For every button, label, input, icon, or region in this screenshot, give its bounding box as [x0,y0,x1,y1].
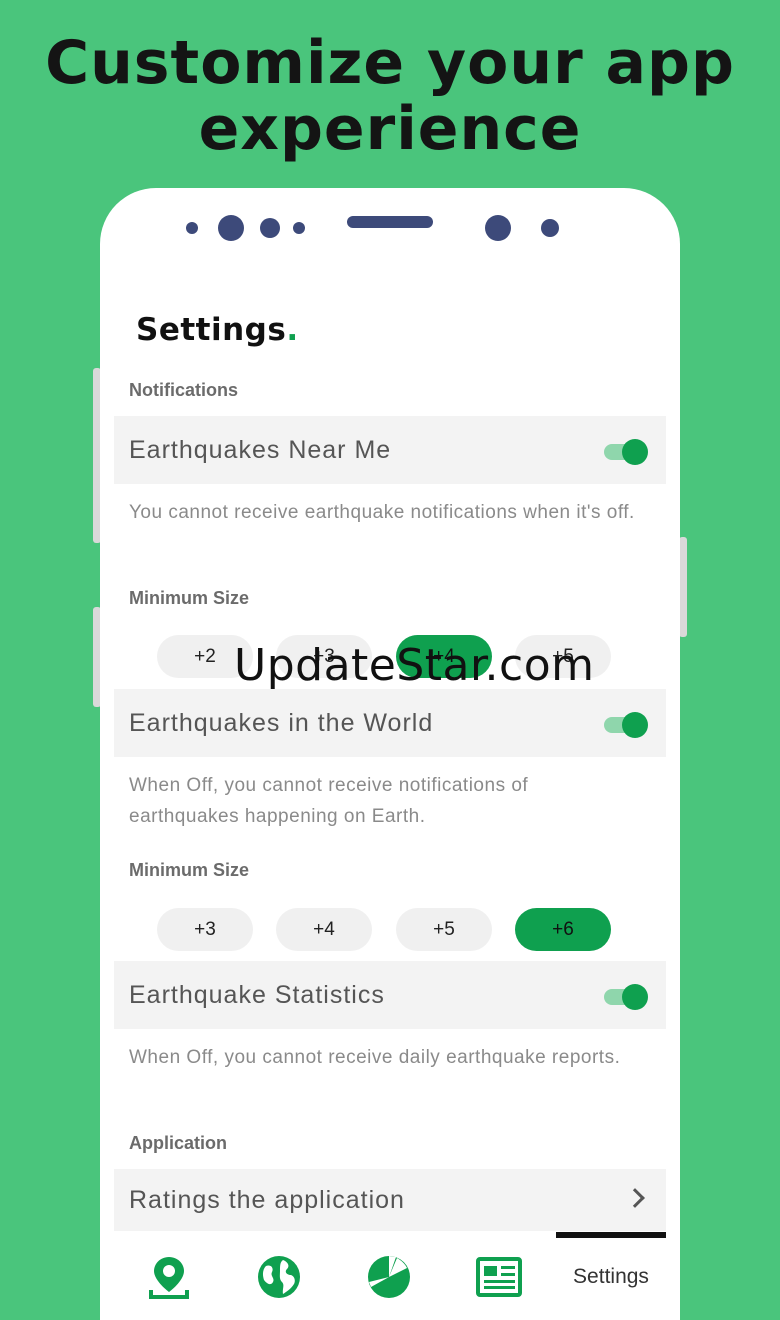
world-size-option[interactable]: +3 [157,908,253,951]
newspaper-icon [476,1257,522,1297]
pie-chart-icon [368,1256,410,1298]
world-description: When Off, you cannot receive notificatio… [129,775,529,827]
globe-icon [258,1256,300,1298]
statistics-toggle[interactable] [604,983,648,1010]
headline: Customize your app experience [0,30,780,162]
world-size-option[interactable]: +5 [396,908,492,951]
section-label-notifications: Notifications [129,380,239,400]
setting-row-statistics[interactable]: Earthquake Statistics [114,961,666,1029]
watermark: UpdateStar.com [234,640,595,691]
headline-line-2: experience [198,94,582,164]
chevron-right-icon [625,1188,645,1208]
statistics-description: When Off, you cannot receive daily earth… [129,1047,621,1068]
nav-item-map[interactable] [114,1232,224,1320]
nav-active-indicator [556,1232,666,1238]
setting-row-near-me[interactable]: Earthquakes Near Me [114,416,666,484]
world-toggle[interactable] [604,711,648,738]
page-title: Settings. [136,312,299,348]
nav-item-settings[interactable]: Settings [556,1232,666,1320]
world-size-option-selected[interactable]: +6 [515,908,611,951]
sensor-dot [541,219,559,237]
speaker-grille [347,216,433,228]
nav-item-world[interactable] [224,1232,334,1320]
min-size-label: Minimum Size [129,588,250,608]
rate-app-row[interactable]: Ratings the application [114,1169,666,1231]
near-me-toggle[interactable] [604,438,648,465]
setting-label: Earthquakes Near Me [129,435,392,464]
world-size-option[interactable]: +4 [276,908,372,951]
nav-item-statistics[interactable] [334,1232,444,1320]
title-dot: . [286,312,299,348]
map-pin-icon [149,1257,189,1299]
sensor-dot [260,218,280,238]
sensor-dot [293,222,305,234]
front-camera [218,215,244,241]
bottom-nav: Settings [100,1232,680,1320]
headline-line-1: Customize your app [45,28,735,98]
section-label-application: Application [129,1133,227,1153]
phone-frame: Settings. Notifications Earthquakes Near… [100,188,680,1320]
setting-label: Earthquake Statistics [129,980,385,1009]
nav-item-news[interactable] [444,1232,554,1320]
phone-side-button-right [679,537,687,637]
rate-app-label: Ratings the application [129,1185,405,1214]
setting-label: Earthquakes in the World [129,708,434,737]
sensor-dot [186,222,198,234]
near-me-description: You cannot receive earthquake notificati… [129,502,635,523]
front-camera-secondary [485,215,511,241]
setting-row-world[interactable]: Earthquakes in the World [114,689,666,757]
min-size-label: Minimum Size [129,860,250,880]
nav-label-settings: Settings [573,1265,649,1288]
